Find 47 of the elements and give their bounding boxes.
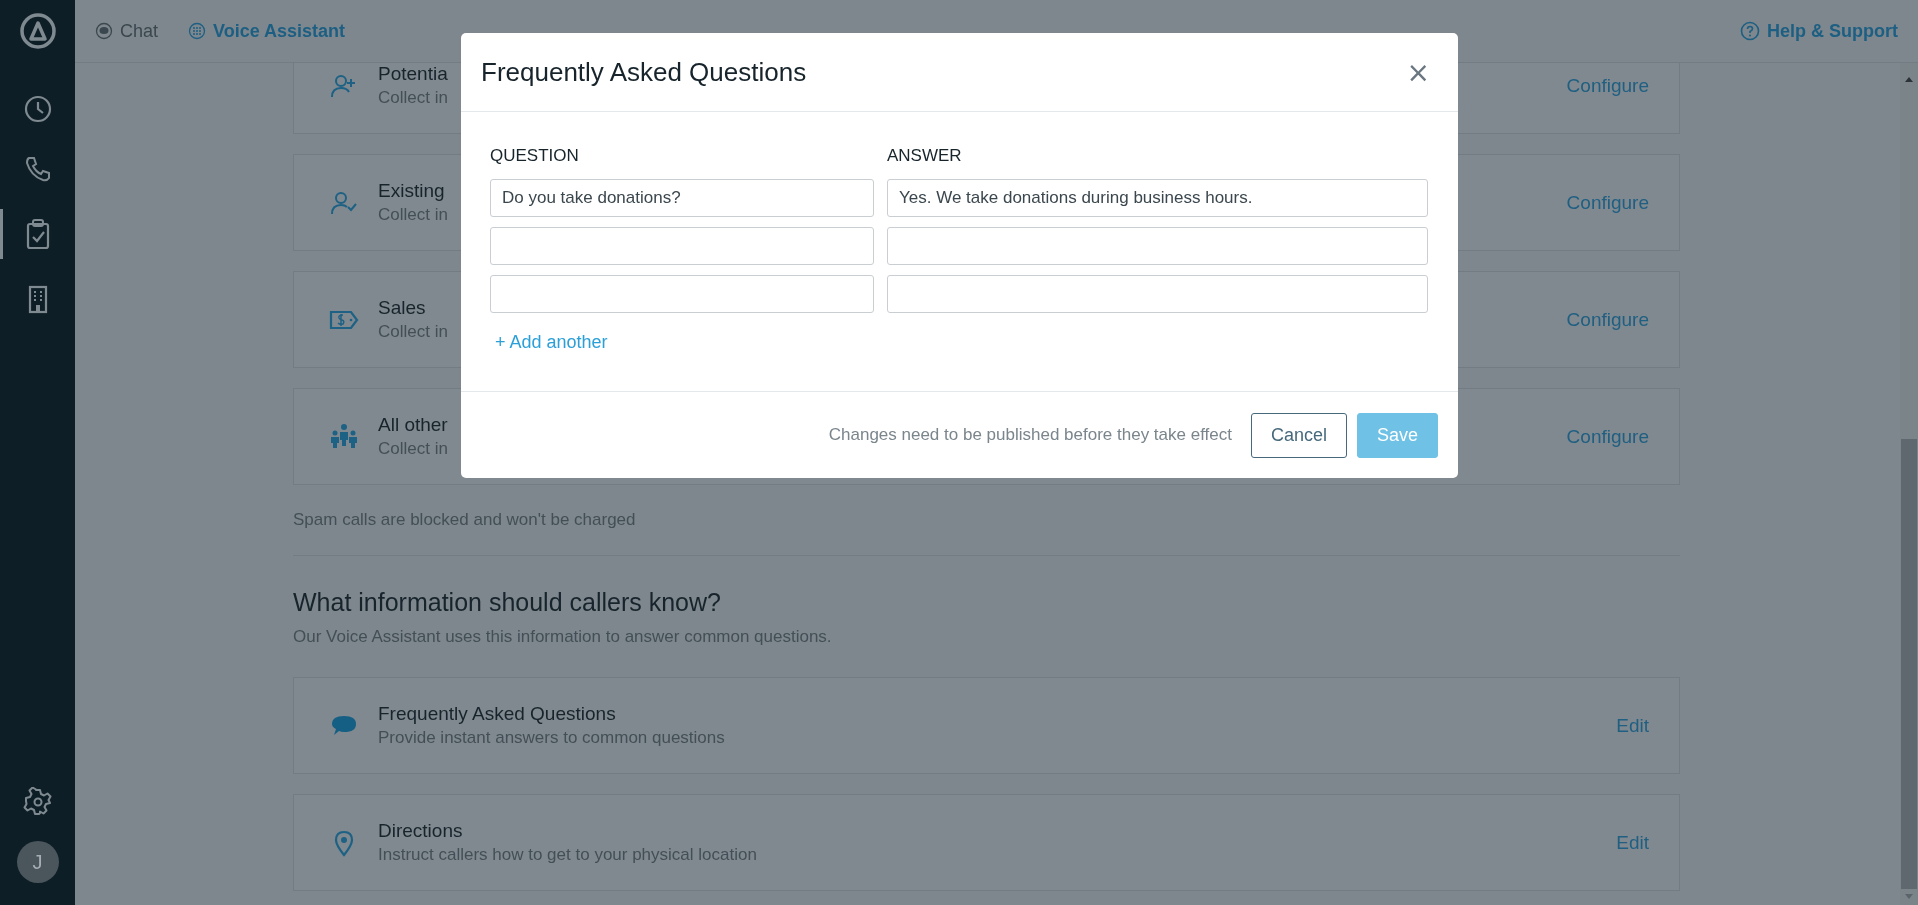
edit-link[interactable]: Edit [1616,831,1649,854]
card-subtitle: Collect in [378,205,448,225]
card-title: Potentia [378,63,448,85]
card-subtitle: Collect in [378,322,448,342]
question-field[interactable]: Do you take donations? [490,179,874,217]
dialog-title: Frequently Asked Questions [481,56,808,88]
card-title: Frequently Asked Questions [378,703,616,725]
keypad-icon [188,22,207,40]
close-button[interactable]: × [1402,55,1434,89]
card-subtitle: Collect in [378,439,448,459]
clock-icon [22,94,53,124]
add-another-link[interactable]: + Add another [495,331,608,353]
scrollbar[interactable] [1900,63,1918,905]
nav-tab[interactable]: Voice Assistant [188,20,346,42]
question-field[interactable] [490,275,874,313]
answer-field[interactable] [887,227,1428,265]
configure-link[interactable]: Configure [1566,308,1649,331]
answer-field[interactable]: Yes. We take donations during business hours. [887,179,1428,217]
configure-link[interactable]: Configure [1566,191,1649,214]
section-heading: What information should callers know? [293,587,722,618]
chat-icon [95,22,113,40]
scroll-up-icon[interactable] [1904,75,1914,83]
scrollbar-thumb[interactable] [1901,439,1917,889]
card-subtitle: Instruct callers how to get to your physical location [378,845,757,865]
column-header: QUESTION [490,146,580,166]
card-title: All other [378,414,448,436]
help-icon [1740,21,1760,41]
card-title: Existing [378,180,445,202]
card-title: Directions [378,820,463,842]
logo-icon[interactable] [17,11,58,51]
edit-link[interactable]: Edit [1616,714,1649,737]
nav-tab[interactable]: Chat [95,20,159,42]
question-field[interactable] [490,227,874,265]
section-description: Our Voice Assistant uses this information to answer common questions. [293,626,833,648]
avatar[interactable]: J [16,841,59,883]
configure-link[interactable]: Configure [1566,74,1649,97]
card-title: Sales [378,297,426,319]
card-subtitle: Provide instant answers to common questions [378,728,725,748]
answer-field[interactable] [887,275,1428,313]
spam-note: Spam calls are blocked and won't be charged [293,509,637,531]
publish-note: Changes need to be published before they take effect [828,425,1232,445]
cancel-button[interactable]: Cancel [1251,412,1347,458]
settings-icon[interactable] [22,787,53,817]
help-link[interactable]: Help & Support [1740,20,1898,42]
column-header: ANSWER [887,146,963,166]
card-subtitle: Collect in [378,88,448,108]
configure-link[interactable]: Configure [1566,425,1649,448]
